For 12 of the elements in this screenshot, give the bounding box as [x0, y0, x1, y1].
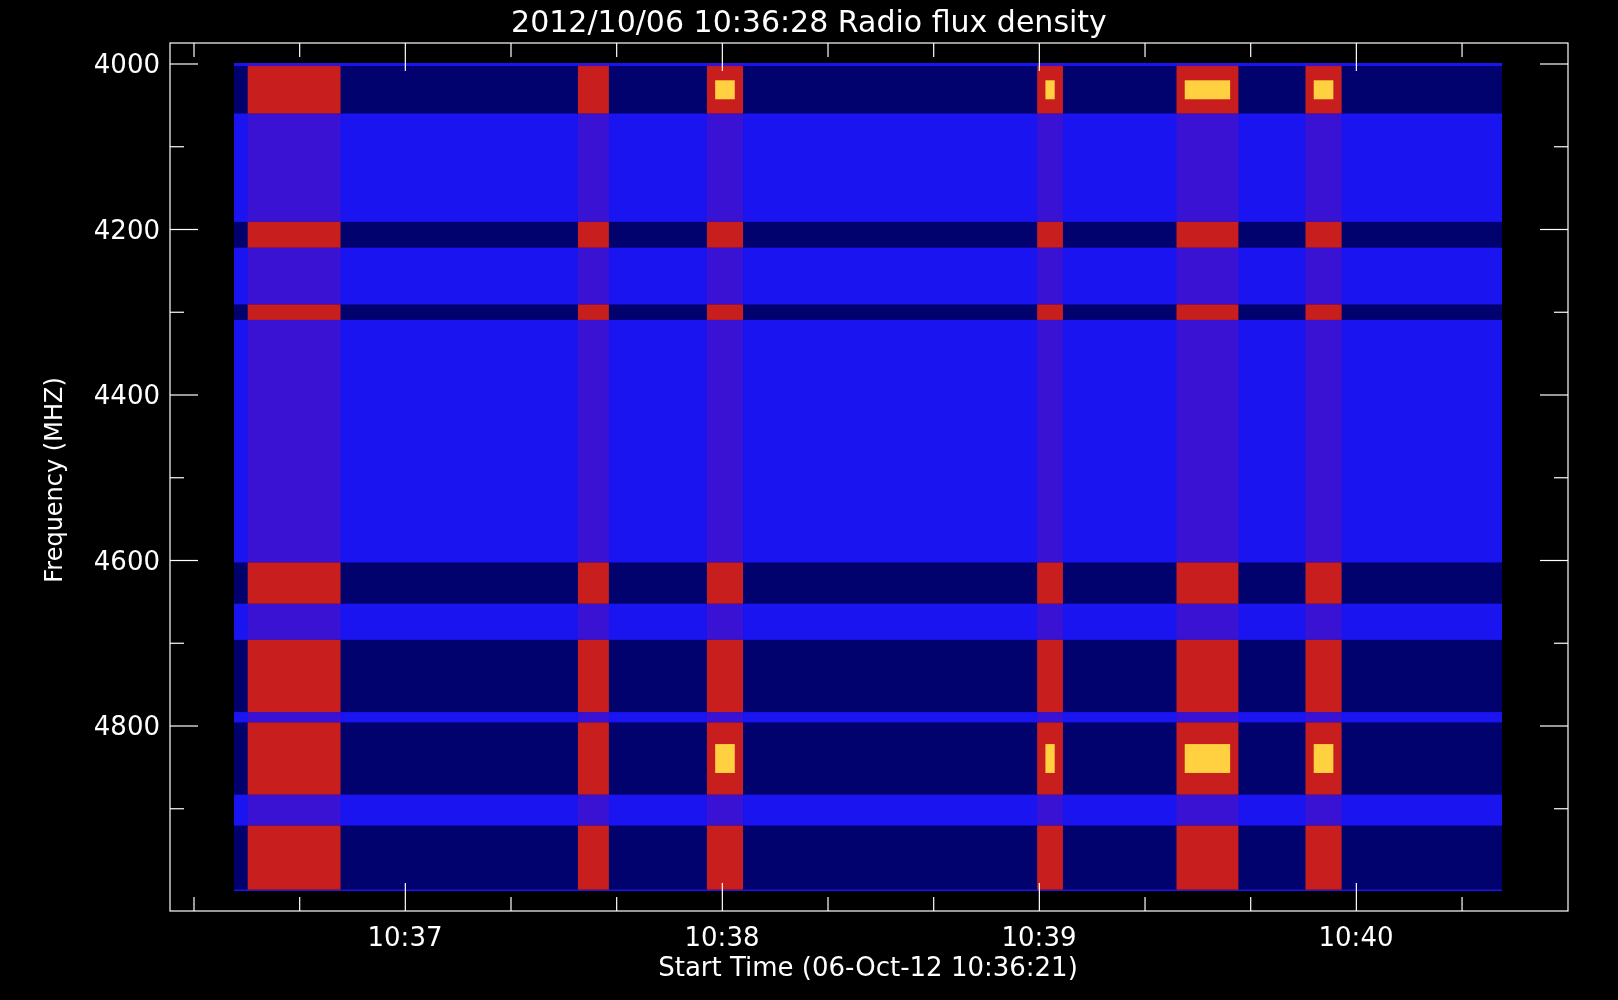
- y-tick-label: 4800: [93, 711, 160, 741]
- x-axis-label: Start Time (06-Oct-12 10:36:21): [658, 952, 1078, 982]
- y-axis-label: Frequency (MHZ): [40, 377, 68, 583]
- x-tick-label: 10:37: [367, 922, 443, 952]
- x-tick-label: 10:38: [684, 922, 760, 952]
- y-tick-label: 4000: [93, 49, 160, 79]
- y-tick-label: 4400: [93, 380, 160, 410]
- x-tick-label: 10:39: [1001, 922, 1077, 952]
- plot-title: 2012/10/06 10:36:28 Radio flux density: [511, 4, 1107, 39]
- x-tick-label: 10:40: [1318, 922, 1394, 952]
- y-tick-label: 4200: [93, 214, 160, 245]
- y-tick-label: 4600: [93, 545, 160, 576]
